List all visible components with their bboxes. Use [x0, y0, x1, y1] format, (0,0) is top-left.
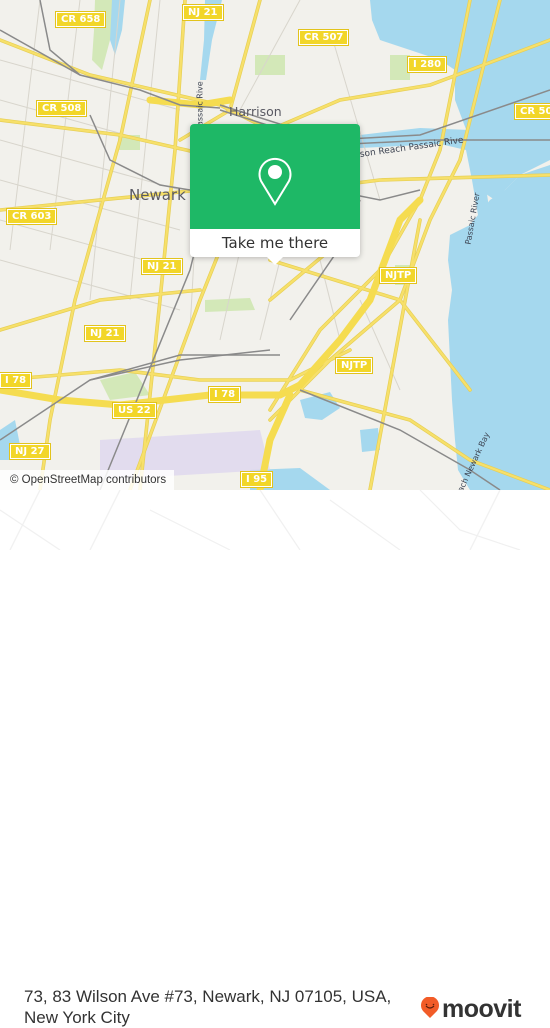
route-shield-cr508-left: CR 508 [35, 100, 88, 117]
water-newark-bay [448, 165, 550, 490]
route-shield-cr507: CR 507 [297, 29, 350, 46]
route-shield-nj21-low: NJ 21 [84, 325, 126, 342]
route-shield-us22: US 22 [112, 402, 157, 419]
route-shield-njtp-top: NJTP [378, 267, 418, 284]
route-shield-cr508-right: CR 50 [513, 103, 550, 120]
map-attribution[interactable]: © OpenStreetMap contributors [0, 470, 175, 490]
route-shield-njtp-low: NJTP [334, 357, 374, 374]
park-3 [390, 55, 410, 80]
map-pin-icon [256, 154, 294, 210]
take-me-there-button[interactable]: Take me there [190, 229, 360, 257]
popup-header [190, 124, 360, 229]
moovit-wordmark: moovit [442, 995, 521, 1023]
moovit-logo-icon [420, 995, 440, 1023]
route-shield-cr603: CR 603 [5, 208, 58, 225]
address-text: 73, 83 Wilson Ave #73, Newark, NJ 07105,… [24, 987, 392, 1027]
map-view[interactable]: Harrison Newark son Reach Passaic Rive P… [0, 0, 550, 490]
route-shield-nj21-mid: NJ 21 [141, 258, 183, 275]
place-label-harrison: Harrison [229, 104, 282, 119]
park-branch-brook [92, 0, 112, 70]
route-shield-i280: I 280 [406, 56, 448, 73]
route-shield-nj21-top: NJ 21 [182, 4, 224, 21]
location-popup: Take me there [190, 124, 360, 265]
park-5 [205, 298, 255, 312]
route-shield-nj27: NJ 27 [9, 443, 51, 460]
route-shield-i78-mid: I 78 [207, 386, 242, 403]
route-shield-i95: I 95 [239, 471, 274, 488]
route-shield-i78-left: I 78 [0, 372, 33, 389]
route-shield-cr658: CR 658 [54, 11, 107, 28]
popup-pointer [267, 257, 283, 265]
park-2 [255, 55, 285, 75]
place-label-newark: Newark [129, 186, 186, 204]
footer: 73, 83 Wilson Ave #73, Newark, NJ 07105,… [0, 490, 550, 1027]
footer-background-pattern [0, 490, 521, 550]
moovit-brand[interactable]: moovit [420, 995, 521, 1024]
